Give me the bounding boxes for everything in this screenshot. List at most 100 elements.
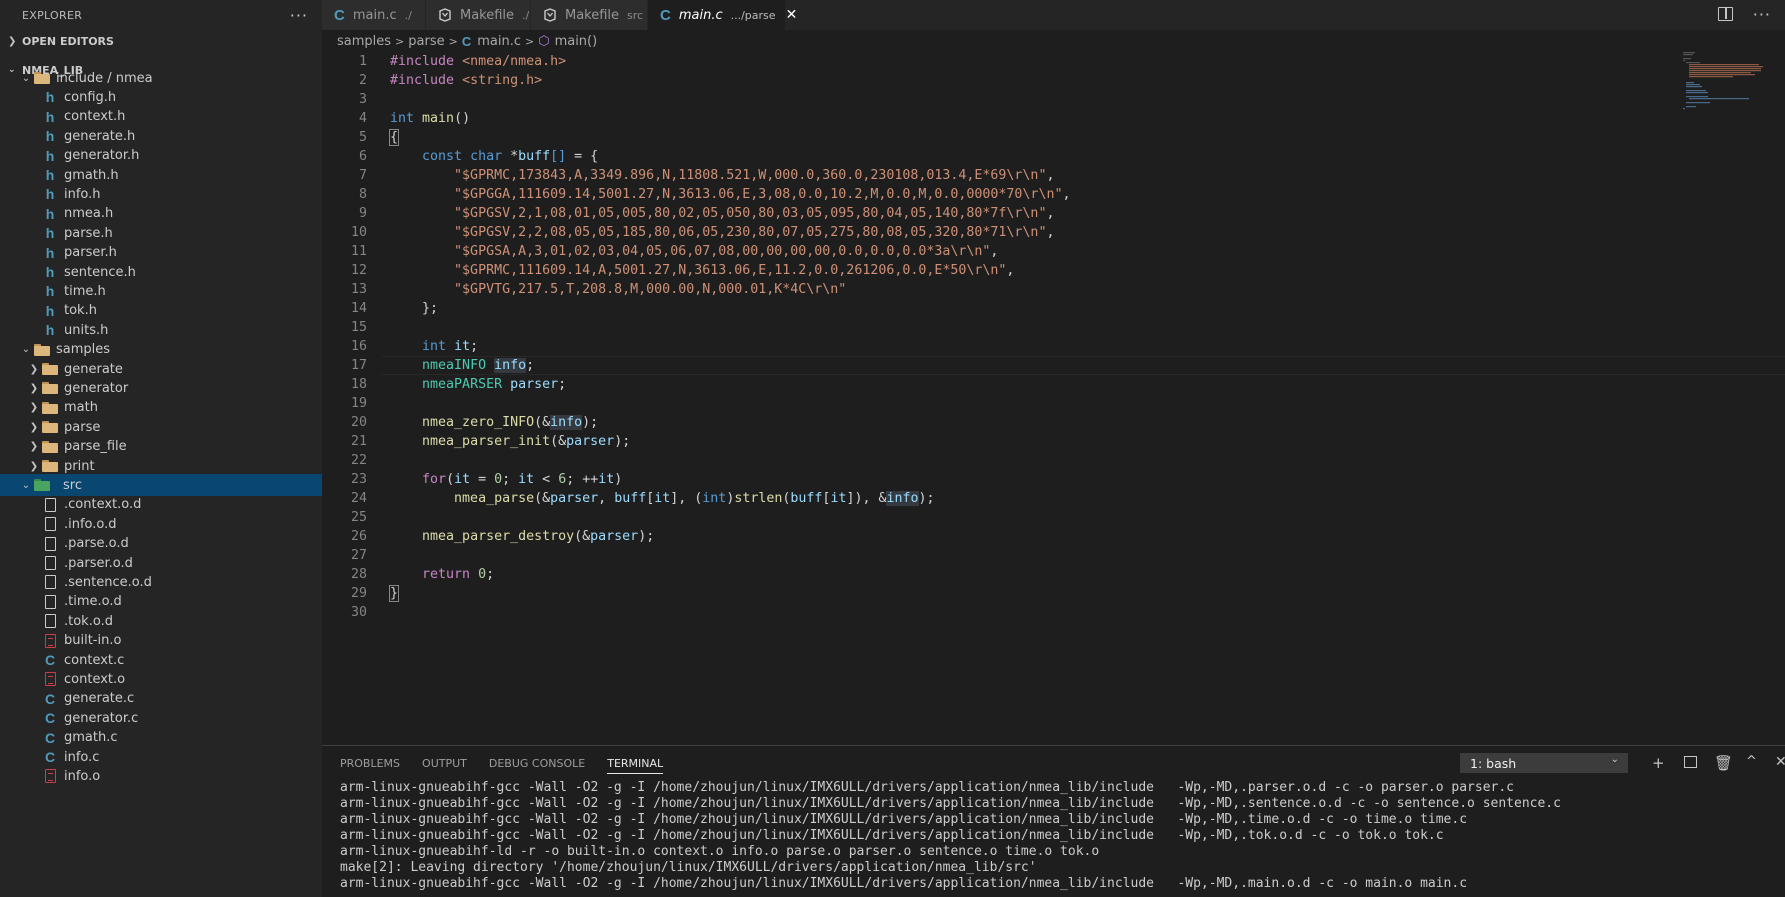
editor-tab[interactable]: Makefile src <box>531 0 648 30</box>
c-header-file-icon: h <box>45 108 55 125</box>
code-line[interactable]: 6 const char *buff[] = { <box>322 147 1682 166</box>
code-line[interactable]: 16 int it; <box>322 337 1682 356</box>
tree-item[interactable]: info.o <box>0 765 322 787</box>
minimap[interactable] <box>1683 52 1773 112</box>
code-token: ; <box>470 339 479 354</box>
code-token: * <box>510 149 519 164</box>
code-token: for <box>422 472 447 487</box>
code-line[interactable]: 4 int main() <box>322 109 1682 128</box>
terminal-output[interactable]: arm-linux-gnueabihf-gcc -Wall -O2 -g -I … <box>322 780 1785 892</box>
code-line[interactable]: 27 <box>322 546 1682 565</box>
code-line[interactable]: 24 nmea_parse(&parser, buff[it], (int)st… <box>322 489 1682 508</box>
code-token: ; <box>486 567 495 582</box>
panel-tab-terminal[interactable]: TERMINAL <box>607 746 663 780</box>
folder-icon <box>42 421 58 434</box>
line-number: 24 <box>350 491 367 506</box>
folder-icon <box>34 72 50 84</box>
breadcrumb-parse[interactable]: parse <box>408 34 444 49</box>
code-text: #include <string.h> <box>367 71 542 90</box>
c-header-file-icon: h <box>45 186 55 203</box>
breadcrumb-samples[interactable]: samples <box>337 34 391 49</box>
code-token: (& <box>574 529 591 544</box>
breadcrumb-file[interactable]: main.c <box>477 34 521 49</box>
code-line[interactable]: 11 "$GPGSA,A,3,01,02,03,04,05,06,07,08,0… <box>322 242 1682 261</box>
trash-icon[interactable]: 🗑 <box>1714 754 1733 772</box>
line-number: 21 <box>350 434 367 449</box>
code-token: int <box>702 491 727 506</box>
code-token: , <box>990 244 999 259</box>
code-line[interactable]: 7 "$GPRMC,173843,A,3349.896,N,11808.521,… <box>322 166 1682 185</box>
editor-tab[interactable]: Cmain.c .../parse ✕ <box>648 0 797 30</box>
close-icon[interactable]: ✕ <box>1775 754 1785 770</box>
code-line[interactable]: 12 "$GPRMC,111609.14,A,5001.27,N,3613.06… <box>322 261 1682 280</box>
code-line[interactable]: 23 for(it = 0; it < 6; ++it) <box>322 470 1682 489</box>
code-line[interactable]: 25 <box>322 508 1682 527</box>
code-line[interactable]: 18 nmeaPARSER parser; <box>322 375 1682 394</box>
code-token: nmea_parse <box>454 491 535 506</box>
code-line[interactable]: 20 nmea_zero_INFO(&info); <box>322 413 1682 432</box>
code-line[interactable]: 17 nmeaINFO info; <box>322 356 1785 375</box>
code-line[interactable]: 9 "$GPGSV,2,1,08,01,05,005,80,02,05,050,… <box>322 204 1682 223</box>
code-line[interactable]: 8 "$GPGGA,111609.14,5001.27,N,3613.06,E,… <box>322 185 1682 204</box>
code-line[interactable]: 22 <box>322 451 1682 470</box>
close-icon[interactable]: ✕ <box>786 7 798 23</box>
panel-tab-debug-console[interactable]: DEBUG CONSOLE <box>489 746 585 780</box>
line-number: 3 <box>358 92 367 107</box>
panel-tab-problems[interactable]: PROBLEMS <box>340 746 400 780</box>
line-number: 5 <box>358 130 367 145</box>
panel-tab-output[interactable]: OUTPUT <box>422 746 467 780</box>
folder-icon <box>34 479 57 492</box>
code-token: 0 <box>494 472 503 487</box>
editor-tab[interactable]: Cmain.c ./ <box>322 0 426 30</box>
code-token: strlen <box>734 491 783 506</box>
tree-item-label: .time.o.d <box>64 594 122 610</box>
chevron-right-icon: ❯ <box>29 382 39 394</box>
split-terminal-icon[interactable] <box>1684 756 1697 768</box>
code-line[interactable]: 14 }; <box>322 299 1682 318</box>
code-line[interactable]: 13 "$GPVTG,217.5,T,208.8,M,000.00,N,000.… <box>322 280 1682 299</box>
new-terminal-icon[interactable]: + <box>1652 754 1665 772</box>
code-text: int main() <box>367 109 470 128</box>
code-token: parser <box>590 529 639 544</box>
explorer-title: EXPLORER <box>22 8 83 22</box>
code-line[interactable]: 21 nmea_parser_init(&parser); <box>322 432 1682 451</box>
line-number: 8 <box>358 187 367 202</box>
code-editor[interactable]: 1 #include <nmea/nmea.h> 2 #include <string… <box>322 52 1785 622</box>
code-text: "$GPGSV,2,1,08,01,05,005,80,02,05,050,80… <box>367 204 1054 223</box>
tab-label: main.c <box>352 7 397 23</box>
code-token: , <box>1046 206 1055 221</box>
tree-item-label: .tok.o.d <box>64 613 113 629</box>
code-token: ) <box>614 472 623 487</box>
code-line[interactable]: 26 nmea_parser_destroy(&parser); <box>322 527 1682 546</box>
code-line[interactable]: 10 "$GPGSV,2,2,08,05,05,185,80,06,05,230… <box>322 223 1682 242</box>
tree-item-label: generator <box>64 380 129 396</box>
more-actions-icon[interactable]: ··· <box>290 6 308 25</box>
code-line[interactable]: 1 #include <nmea/nmea.h> <box>322 52 1682 71</box>
code-line[interactable]: 19 <box>322 394 1682 413</box>
split-editor-icon[interactable] <box>1718 7 1733 21</box>
makefile-icon <box>543 8 557 22</box>
code-line[interactable]: 29} <box>322 584 1682 603</box>
terminal-select[interactable]: 1: bash ⌄ <box>1460 753 1628 773</box>
code-line[interactable]: 28 return 0; <box>322 565 1682 584</box>
terminal-line: make[2]: Leaving directory '/home/zhouju… <box>340 860 1037 875</box>
open-editors-section[interactable]: ❯ OPEN EDITORS <box>0 30 322 52</box>
chevron-down-icon: ⌄ <box>21 479 31 491</box>
more-actions-icon[interactable]: ··· <box>1753 5 1771 24</box>
code-line[interactable]: 30 <box>322 603 1682 622</box>
code-line[interactable]: 15 <box>322 318 1682 337</box>
c-header-file-icon: h <box>45 205 55 222</box>
file-icon <box>45 536 56 551</box>
code-token: ; <box>558 377 567 392</box>
chevron-up-icon[interactable]: ^ <box>1746 754 1757 769</box>
breadcrumb-symbol[interactable]: main() <box>555 34 598 49</box>
code-line[interactable]: 3 <box>322 90 1682 109</box>
code-line[interactable]: 5{ <box>322 128 1682 147</box>
code-line[interactable]: 2 #include <string.h> <box>322 71 1682 90</box>
tree-item-label: .sentence.o.d <box>64 574 152 590</box>
file-icon <box>45 614 56 629</box>
editor-tab[interactable]: Makefile ./ <box>426 0 531 30</box>
